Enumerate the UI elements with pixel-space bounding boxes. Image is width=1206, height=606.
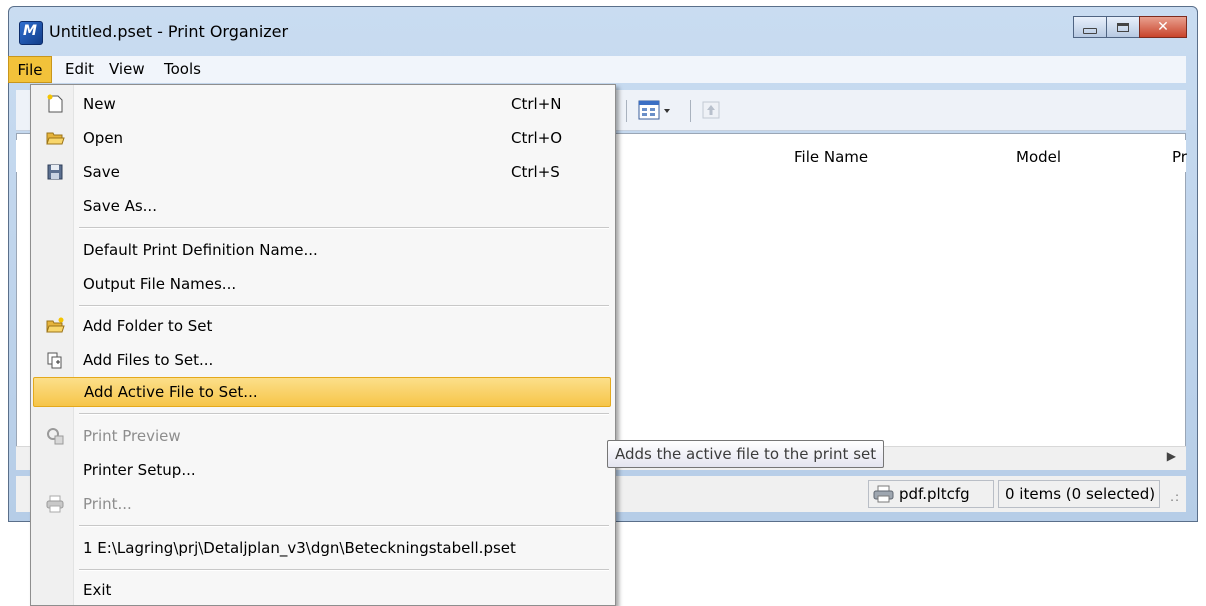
menu-view[interactable]: View <box>109 60 145 78</box>
status-items: 0 items (0 selected) <box>998 480 1160 508</box>
menu-item-save-as[interactable]: Save As... <box>31 191 615 221</box>
column-printer[interactable]: Pr <box>1172 148 1187 166</box>
floppy-disk-icon <box>47 164 63 180</box>
close-button[interactable]: ✕ <box>1139 16 1187 38</box>
menu-item-new[interactable]: New Ctrl+N <box>31 89 615 119</box>
move-up-icon[interactable] <box>700 99 722 121</box>
resize-grip-icon[interactable]: .: <box>1170 490 1180 504</box>
toolbar-separator <box>626 100 627 122</box>
menu-item-label: Save <box>83 163 120 181</box>
status-printer: pdf.pltcfg <box>868 480 994 508</box>
new-document-icon <box>47 94 63 113</box>
printer-icon <box>46 495 64 513</box>
menu-edit[interactable]: Edit <box>65 60 94 78</box>
maximize-icon <box>1117 22 1129 32</box>
menu-item-add-files[interactable]: Add Files to Set... <box>31 345 615 375</box>
menu-item-recent-file[interactable]: 1 E:\Lagring\prj\Detaljplan_v3\dgn\Betec… <box>31 533 615 563</box>
menu-item-label: Print Preview <box>83 427 181 445</box>
menu-bar: File Edit View Tools <box>8 56 1186 83</box>
menu-item-label: Add Folder to Set <box>83 317 213 335</box>
menu-item-default-print-definition[interactable]: Default Print Definition Name... <box>31 235 615 265</box>
menu-item-add-folder[interactable]: Add Folder to Set <box>31 311 615 341</box>
menu-item-label: Add Files to Set... <box>83 351 214 369</box>
menu-separator <box>79 305 609 307</box>
menu-separator <box>79 227 609 229</box>
minimize-button[interactable] <box>1073 16 1107 38</box>
menu-item-printer-setup[interactable]: Printer Setup... <box>31 455 615 485</box>
menu-shortcut: Ctrl+S <box>511 163 560 181</box>
menu-item-exit[interactable]: Exit <box>31 575 615 605</box>
column-model[interactable]: Model <box>1016 148 1061 166</box>
menu-item-label: Add Active File to Set... <box>84 383 258 401</box>
menu-item-print-preview[interactable]: Print Preview <box>31 421 615 451</box>
menu-separator <box>79 525 609 527</box>
menu-file[interactable]: File <box>8 56 52 83</box>
menu-item-label: Print... <box>83 495 132 513</box>
menu-item-save[interactable]: Save Ctrl+S <box>31 157 615 187</box>
window-title: Untitled.pset - Print Organizer <box>49 22 289 41</box>
menu-item-label: Printer Setup... <box>83 461 196 479</box>
menu-item-label: Exit <box>83 581 112 599</box>
open-folder-icon <box>46 132 65 145</box>
minimize-icon <box>1083 28 1097 34</box>
menu-item-open[interactable]: Open Ctrl+O <box>31 123 615 153</box>
menu-separator <box>79 569 609 571</box>
file-menu-dropdown: New Ctrl+N Open Ctrl+O Save Ctrl+S Save … <box>30 84 616 606</box>
close-icon: ✕ <box>1157 19 1169 35</box>
menu-shortcut: Ctrl+N <box>511 95 562 113</box>
title-bar[interactable]: M Untitled.pset - Print Organizer ✕ <box>9 7 1197 57</box>
menu-tools[interactable]: Tools <box>164 60 201 78</box>
print-preview-icon <box>47 428 64 445</box>
maximize-button[interactable] <box>1106 16 1140 38</box>
menu-separator <box>79 413 609 415</box>
tooltip: Adds the active file to the print set <box>607 440 885 468</box>
status-printer-label: pdf.pltcfg <box>899 485 970 503</box>
menu-item-print[interactable]: Print... <box>31 489 615 519</box>
menu-item-label: 1 E:\Lagring\prj\Detaljplan_v3\dgn\Betec… <box>83 539 516 557</box>
add-files-icon <box>47 352 62 369</box>
toolbar-separator <box>690 100 691 122</box>
app-logo-icon[interactable]: M <box>19 21 43 45</box>
menu-item-label: New <box>83 95 116 113</box>
scroll-right-icon[interactable]: ▶ <box>1167 449 1176 463</box>
menu-item-label: Save As... <box>83 197 157 215</box>
menu-item-label: Default Print Definition Name... <box>83 241 318 259</box>
menu-item-label: Open <box>83 129 124 147</box>
menu-item-add-active-file[interactable]: Add Active File to Set... <box>33 377 611 407</box>
menu-item-output-file-names[interactable]: Output File Names... <box>31 269 615 299</box>
menu-shortcut: Ctrl+O <box>511 129 563 147</box>
view-mode-icon[interactable] <box>638 99 674 121</box>
menu-item-label: Output File Names... <box>83 275 237 293</box>
printer-icon <box>873 485 894 503</box>
window-controls: ✕ <box>1073 16 1187 38</box>
column-file-name[interactable]: File Name <box>794 148 868 166</box>
folder-icon <box>46 317 65 333</box>
